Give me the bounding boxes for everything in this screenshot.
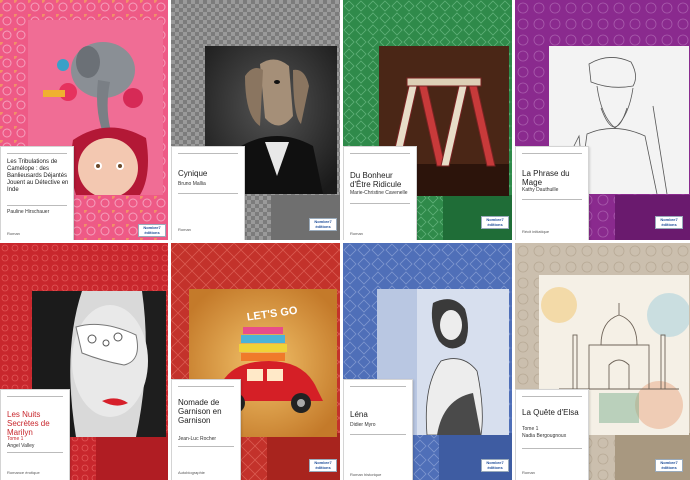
book-cover-4[interactable]: La Phrase du Mage Kathy Dauthuille Récit… — [515, 0, 690, 240]
book-author: Jean-Luc Rocher — [178, 436, 217, 442]
book-author: Kathy Dauthuille — [522, 187, 559, 193]
divider — [7, 396, 63, 397]
book-cover-grid: Les Tribulations de Camélope : des Banli… — [0, 0, 690, 480]
publisher-name: Nombre7 éditions — [660, 217, 678, 227]
book-title: Cynique — [178, 169, 208, 178]
divider — [178, 446, 234, 447]
publisher-name: Nombre7 éditions — [314, 219, 332, 229]
publisher-logo: Nombre7 éditions — [655, 459, 683, 472]
title-panel: La Phrase du Mage Kathy Dauthuille Récit… — [515, 146, 589, 240]
divider — [178, 153, 238, 154]
publisher-name: Nombre7 éditions — [486, 460, 504, 470]
book-genre: Roman historique — [350, 472, 382, 477]
book-author: Nadia Bergougnoux — [522, 433, 567, 439]
book-subtitle: Tome 1 — [7, 436, 24, 442]
divider — [178, 386, 234, 387]
publisher-logo: Nombre7 éditions — [655, 216, 683, 229]
book-subtitle: Tome 1 — [522, 426, 539, 432]
book-cover-2[interactable]: Cynique Bruno Mallia Roman Nombre7 éditi… — [171, 0, 340, 240]
book-title: La Phrase du Mage — [522, 169, 570, 187]
divider — [178, 193, 238, 194]
divider — [350, 434, 406, 435]
publisher-name: Nombre7 éditions — [486, 217, 504, 227]
book-cover-5[interactable]: Les Nuits Secrètes de Marilyn Tome 1 Ang… — [0, 243, 168, 480]
divider — [7, 205, 67, 206]
book-cover-8[interactable]: La Quête d'Elsa Tome 1 Nadia Bergougnoux… — [515, 243, 690, 480]
divider — [522, 448, 582, 449]
publisher-logo: Nombre7 éditions — [481, 459, 509, 472]
divider — [350, 153, 410, 154]
book-genre: Roman — [522, 470, 535, 475]
publisher-name: Nombre7 éditions — [314, 460, 332, 470]
book-author: Didier Myro — [350, 422, 376, 428]
book-cover-3[interactable]: Du Bonheur d'Être Ridicule Marie-Christi… — [343, 0, 512, 240]
book-title: Léna — [350, 410, 368, 419]
divider — [350, 386, 406, 387]
book-author: Marie-Christine Cavenelle — [350, 190, 408, 196]
publisher-logo: Nombre7 éditions — [481, 216, 509, 229]
title-panel: Les Tribulations de Camélope : des Banli… — [0, 146, 74, 240]
divider — [522, 199, 582, 200]
book-cover-1[interactable]: Les Tribulations de Camélope : des Banli… — [0, 0, 168, 240]
title-panel: Cynique Bruno Mallia Roman — [171, 146, 245, 240]
publisher-logo: Nombre7 éditions — [309, 459, 337, 472]
publisher-logo: Nombre7 éditions — [138, 224, 166, 237]
title-panel: Nomade de Garnison en Garnison Jean-Luc … — [171, 379, 241, 480]
publisher-name: Nombre7 éditions — [143, 225, 161, 235]
publisher-name: Nombre7 éditions — [660, 460, 678, 470]
book-title: La Quête d'Elsa — [522, 408, 579, 417]
divider — [522, 153, 582, 154]
title-panel: Du Bonheur d'Être Ridicule Marie-Christi… — [343, 146, 417, 240]
book-cover-6[interactable]: LET'S GO Nomade de Garnison en Garnison … — [171, 243, 340, 480]
book-genre: Récit initiatique — [522, 229, 550, 234]
book-title: Les Nuits Secrètes de Marilyn — [7, 410, 50, 437]
book-genre: Autobiographie — [178, 470, 205, 475]
book-title: Les Tribulations de Camélope : des Banli… — [7, 159, 69, 193]
book-title: Nomade de Garnison en Garnison — [178, 398, 222, 425]
divider — [7, 452, 63, 453]
book-author: Bruno Mallia — [178, 181, 206, 187]
book-title: Du Bonheur d'Être Ridicule — [350, 171, 402, 189]
book-cover-7[interactable]: Léna Didier Myro Roman historique Nombre… — [343, 243, 512, 480]
book-genre: Romance érotique — [7, 470, 40, 475]
divider — [350, 203, 410, 204]
book-author: Pauline Hirschauer — [7, 209, 50, 215]
book-genre: Roman — [350, 231, 363, 236]
title-panel: Les Nuits Secrètes de Marilyn Tome 1 Ang… — [0, 389, 70, 480]
book-genre: Roman — [7, 231, 20, 236]
divider — [7, 153, 67, 154]
title-panel: La Quête d'Elsa Tome 1 Nadia Bergougnoux… — [515, 389, 589, 480]
book-author: Angel Valley — [7, 443, 35, 449]
divider — [522, 396, 582, 397]
publisher-logo: Nombre7 éditions — [309, 218, 337, 231]
title-panel: Léna Didier Myro Roman historique — [343, 379, 413, 480]
book-genre: Roman — [178, 227, 191, 232]
